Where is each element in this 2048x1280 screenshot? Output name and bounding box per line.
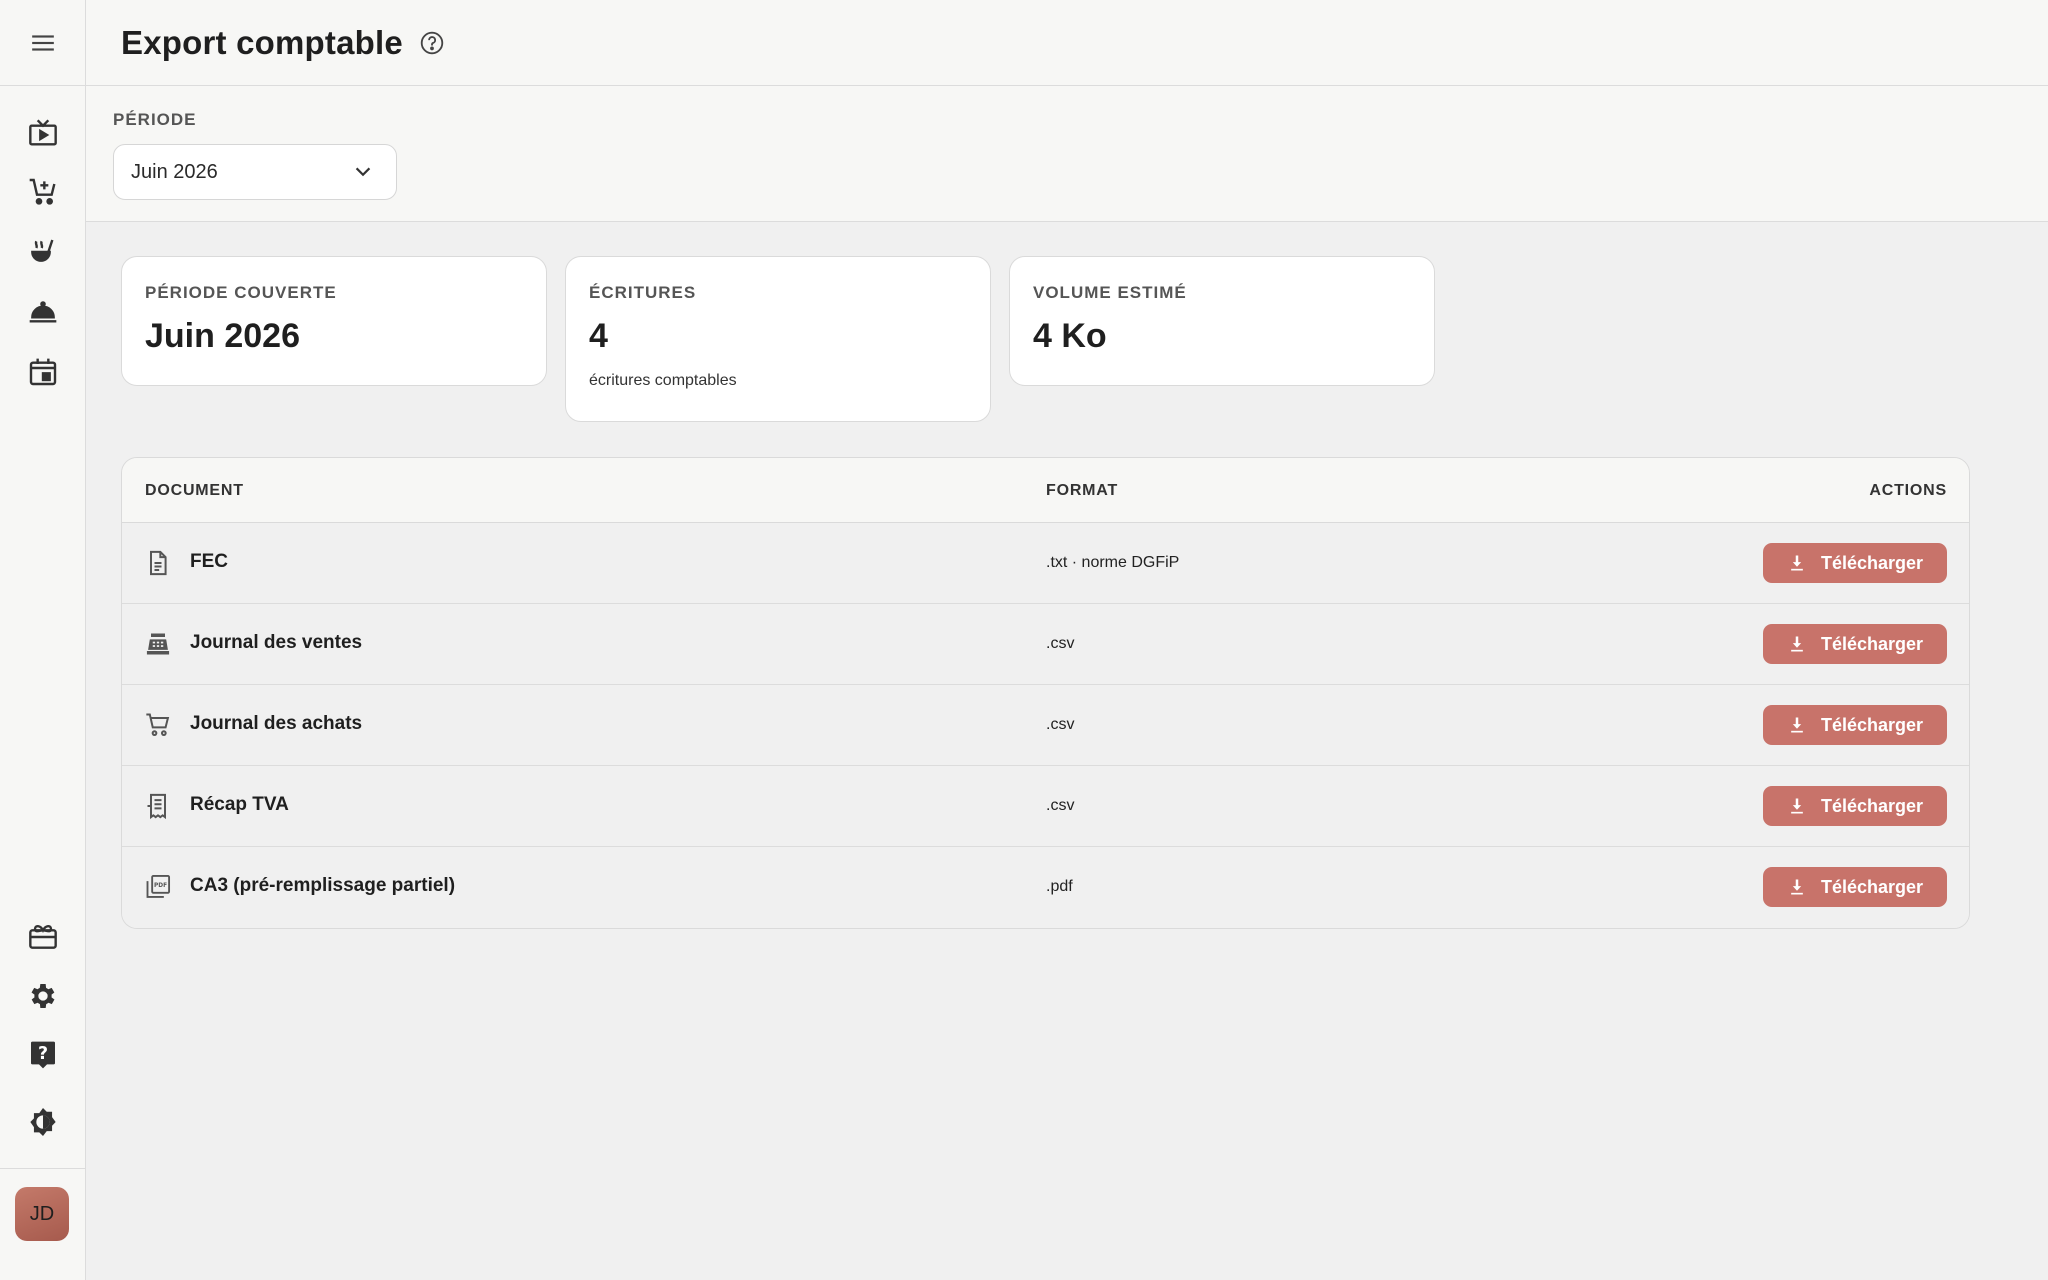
sidebar-item-service[interactable]	[23, 292, 63, 332]
table-row: FEC .txt · norme DGFiP Télécharger	[122, 523, 1969, 604]
soup-ladle-icon	[31, 239, 54, 262]
pdf-icon: PDF	[146, 874, 171, 898]
export-table: DOCUMENT FORMAT ACTIONS FEC .txt · norme…	[121, 457, 1970, 929]
table-row: PDF CA3 (pré-remplissage partiel) .pdf T…	[122, 847, 1969, 928]
cart-icon	[146, 713, 170, 737]
period-label: PÉRIODE	[113, 110, 197, 129]
sidebar-item-gift[interactable]	[23, 917, 63, 957]
cash-register-icon	[146, 633, 170, 655]
cart-plus-icon	[29, 178, 56, 205]
stat-value: 4	[589, 317, 608, 355]
page-title: Export comptable	[121, 23, 403, 61]
document-format: .csv	[1046, 797, 1075, 814]
document-format: .txt · norme DGFiP	[1046, 554, 1180, 571]
sidebar-item-tv[interactable]	[23, 113, 63, 153]
file-text-icon	[150, 550, 167, 576]
document-name: Récap TVA	[190, 794, 289, 815]
document-format: .csv	[1046, 635, 1075, 652]
download-button[interactable]: Télécharger	[1763, 867, 1947, 907]
download-icon	[1791, 798, 1803, 814]
stat-label: VOLUME ESTIMÉ	[1033, 283, 1187, 302]
download-button-label: Télécharger	[1820, 633, 1924, 654]
download-button[interactable]: Télécharger	[1763, 543, 1947, 583]
stat-label: ÉCRITURES	[589, 283, 697, 302]
tv-play-icon	[29, 119, 57, 146]
brightness-icon	[30, 1108, 56, 1136]
download-button[interactable]: Télécharger	[1763, 624, 1947, 664]
page-header: Export comptable	[86, 0, 2048, 86]
sidebar-item-theme[interactable]	[23, 1102, 63, 1142]
sidebar: ? JD	[0, 0, 86, 1280]
svg-text:?: ?	[38, 1044, 48, 1064]
sidebar-item-help[interactable]: ?	[23, 1035, 63, 1075]
sidebar-item-purchases[interactable]	[23, 172, 63, 212]
download-icon	[1791, 717, 1803, 733]
table-row: Journal des achats .csv Télécharger	[122, 685, 1969, 766]
table-header: DOCUMENT FORMAT ACTIONS	[122, 458, 1969, 523]
download-icon	[1791, 636, 1803, 652]
stat-subtext: écritures comptables	[589, 372, 737, 389]
download-button[interactable]: Télécharger	[1763, 705, 1947, 745]
cloche-icon	[29, 301, 57, 323]
period-select-value: Juin 2026	[131, 160, 218, 183]
menu-button[interactable]	[0, 0, 86, 86]
download-button-label: Télécharger	[1820, 795, 1924, 816]
calendar-icon	[29, 358, 57, 386]
stat-value: Juin 2026	[145, 317, 300, 355]
filter-bar: PÉRIODE Juin 2026	[86, 86, 2048, 222]
document-name: FEC	[190, 551, 228, 572]
sidebar-item-settings[interactable]	[23, 976, 63, 1016]
document-name: Journal des ventes	[190, 632, 363, 653]
download-icon	[1791, 555, 1803, 571]
svg-text:PDF: PDF	[154, 883, 167, 889]
document-name: CA3 (pré-remplissage partiel)	[190, 875, 456, 896]
chevron-down-icon	[355, 167, 371, 177]
table-row: Journal des ventes .csv Télécharger	[122, 604, 1969, 685]
gear-icon	[31, 984, 55, 1008]
stat-card-period: PÉRIODE COUVERTE Juin 2026	[121, 256, 547, 386]
column-header-format: FORMAT	[1046, 482, 1119, 499]
document-format: .pdf	[1046, 878, 1073, 895]
sidebar-item-kitchen[interactable]	[23, 232, 63, 272]
period-select[interactable]: Juin 2026	[113, 144, 397, 200]
stat-card-entries: ÉCRITURES 4 écritures comptables	[565, 256, 991, 422]
hamburger-icon	[32, 34, 54, 51]
column-header-document: DOCUMENT	[145, 482, 244, 499]
download-button-label: Télécharger	[1820, 714, 1924, 735]
gift-card-icon	[29, 924, 57, 949]
table-row: Récap TVA .csv Télécharger	[122, 766, 1969, 847]
download-button-label: Télécharger	[1820, 876, 1924, 897]
receipt-icon	[147, 793, 166, 820]
sidebar-divider	[0, 1168, 86, 1169]
column-header-actions: ACTIONS	[1869, 482, 1947, 499]
help-circle-icon[interactable]	[419, 30, 445, 56]
download-icon	[1791, 879, 1803, 895]
document-name: Journal des achats	[190, 713, 363, 734]
avatar[interactable]: JD	[15, 1187, 69, 1241]
stat-value: 4 Ko	[1033, 317, 1107, 355]
download-button[interactable]: Télécharger	[1763, 786, 1947, 826]
stat-label: PÉRIODE COUVERTE	[145, 283, 337, 302]
download-button-label: Télécharger	[1820, 552, 1924, 573]
document-format: .csv	[1046, 716, 1075, 733]
sidebar-item-calendar[interactable]	[23, 352, 63, 392]
stat-card-volume: VOLUME ESTIMÉ 4 Ko	[1009, 256, 1435, 386]
help-box-icon: ?	[31, 1041, 55, 1069]
